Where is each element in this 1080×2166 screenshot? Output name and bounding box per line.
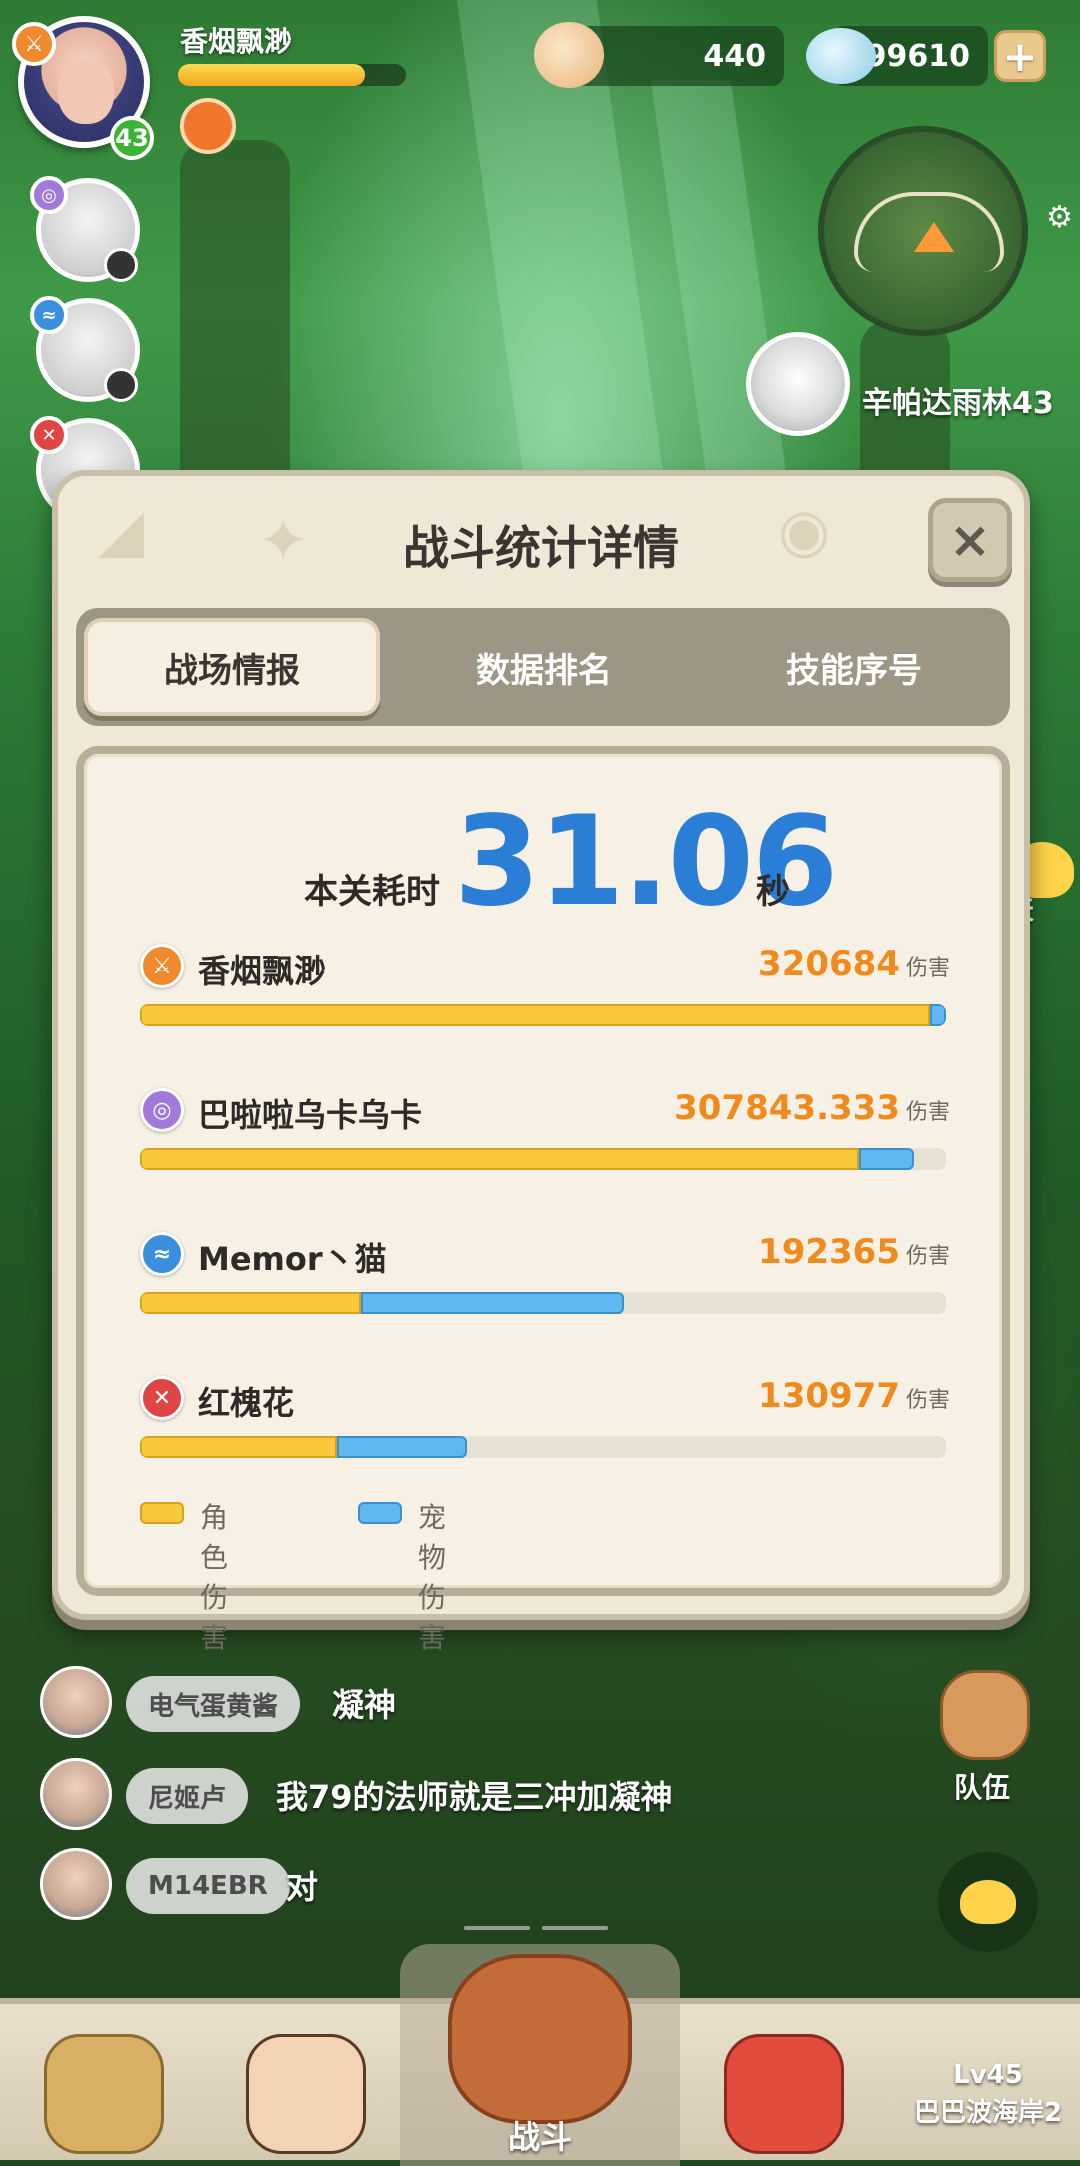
sword-class-icon: ⚔ (140, 944, 184, 988)
tab-battlefield-info[interactable]: 战场情报 (84, 618, 380, 716)
damage-unit: 伤害 (905, 1388, 950, 1413)
page-indicator (464, 1926, 530, 1930)
tab-data-ranking[interactable]: 数据排名 (396, 618, 692, 716)
player-name: 香烟飘渺 (180, 25, 293, 58)
hp-bar-fill (178, 64, 365, 86)
role-damage-fill (140, 1004, 930, 1026)
shield-class-icon: ✕ (30, 416, 68, 454)
damage-bar (140, 1436, 946, 1458)
pet-damage-fill (858, 1148, 914, 1170)
role-damage-fill (140, 1148, 859, 1170)
battle-stats-dialog: ◢ ✦ ◉ 战斗统计详情 × 战场情报 数据排名 技能序号 本关耗时 31.06… (52, 470, 1030, 1654)
shell-count: 440 (703, 38, 766, 74)
minimap[interactable] (818, 126, 1028, 336)
dialog-title: 战斗统计详情 (403, 521, 679, 575)
player-level-badge: 43 (110, 116, 154, 160)
pearl-shell-icon (534, 22, 604, 88)
time-row: 本关耗时 31.06 秒 (84, 790, 1002, 934)
damage-value: 320684 (758, 944, 900, 984)
chat-user-avatar[interactable] (40, 1848, 112, 1920)
damage-bar (140, 1004, 946, 1026)
role-damage-fill (140, 1436, 337, 1458)
gear-icon[interactable]: ⚙ (1046, 200, 1073, 235)
legend-role-swatch (140, 1502, 184, 1524)
time-unit: 秒 (756, 872, 790, 912)
swirl-class-icon: ◎ (30, 176, 68, 214)
buff-status-icon[interactable] (180, 98, 236, 154)
battle-mascot-icon (448, 1954, 632, 2124)
stats-panel: 本关耗时 31.06 秒 ⚔ 香烟飘渺 320684 伤害 ◎ 巴啦啦乌卡乌卡 3… (76, 746, 1010, 1654)
chat-user-name[interactable]: 电气蛋黄酱 (126, 1676, 301, 1732)
wave-class-icon: ≈ (30, 296, 68, 334)
damage-entry: ⚔ 香烟飘渺 320684 伤害 (140, 944, 950, 1064)
damage-value: 130977 (758, 1376, 900, 1416)
tab-bar: 战场情报 数据排名 技能序号 (76, 608, 1010, 726)
entry-damage: 192365 伤害 (758, 1232, 950, 1272)
offline-icon (104, 248, 138, 282)
chat-user-avatar[interactable] (40, 1758, 112, 1830)
pet-damage-fill (336, 1436, 468, 1458)
chat-user-name[interactable]: 尼姬卢 (126, 1768, 249, 1824)
entry-damage: 130977 伤害 (758, 1376, 950, 1416)
entry-player-name: Memor丶猫 (198, 1240, 387, 1278)
nav-companion-icon[interactable] (246, 2034, 366, 2154)
team-label[interactable]: 队伍 (954, 1766, 1010, 1806)
tab-skill-sequence[interactable]: 技能序号 (706, 618, 1002, 716)
location-name: 辛帕达雨林43 (862, 386, 1054, 421)
chat-message-text: 对 (286, 1868, 319, 1906)
bottom-navigation: 战斗 Lv45 巴巴波海岸2 (0, 1944, 1080, 2166)
pet-damage-fill (929, 1004, 946, 1026)
legend-role-label: 角色伤害 (200, 1501, 229, 1654)
chat-message-text: 凝神 (332, 1686, 397, 1724)
close-button[interactable]: × (928, 498, 1012, 582)
add-currency-button[interactable]: + (994, 30, 1046, 82)
damage-bar (140, 1148, 946, 1170)
entry-player-name: 香烟飘渺 (198, 952, 327, 990)
role-damage-fill (140, 1292, 361, 1314)
location-npc-avatar[interactable] (746, 332, 850, 436)
damage-unit: 伤害 (905, 956, 950, 981)
damage-entry: ≈ Memor丶猫 192365 伤害 (140, 1232, 950, 1352)
damage-value: 192365 (758, 1232, 900, 1272)
damage-unit: 伤害 (905, 1244, 950, 1269)
entry-damage: 320684 伤害 (758, 944, 950, 984)
page-indicator (542, 1926, 608, 1930)
chat-user-avatar[interactable] (40, 1666, 112, 1738)
sword-class-icon: ⚔ (12, 22, 56, 66)
time-label: 本关耗时 (304, 872, 440, 912)
shield-class-icon: ✕ (140, 1376, 184, 1420)
nav-battle-label: 战斗 (507, 2118, 572, 2156)
nav-locked-area[interactable]: Lv45 巴巴波海岸2 (896, 2020, 1080, 2160)
wave-class-icon: ≈ (140, 1232, 184, 1276)
team-icon[interactable] (940, 1670, 1030, 1760)
chat-bubble-icon (960, 1880, 1016, 1924)
chat-message-text: 我79的法师就是三冲加凝神 (276, 1778, 673, 1816)
diamond-icon (806, 28, 876, 84)
locked-area-name: 巴巴波海岸2 (913, 2098, 1063, 2128)
entry-damage: 307843.333 伤害 (674, 1088, 950, 1128)
chat-button[interactable] (938, 1852, 1038, 1952)
player-hp-bar (178, 64, 406, 86)
offline-icon (104, 368, 138, 402)
nav-character-icon[interactable] (44, 2034, 164, 2154)
damage-entry: ◎ 巴啦啦乌卡乌卡 307843.333 伤害 (140, 1088, 950, 1208)
player-marker-icon (914, 222, 954, 252)
gem-count: 99610 (865, 38, 970, 74)
legend-pet-swatch (358, 1502, 402, 1524)
entry-player-name: 红槐花 (198, 1384, 295, 1422)
damage-value: 307843.333 (674, 1088, 900, 1128)
nav-pet-icon[interactable] (724, 2034, 844, 2154)
legend-pet-label: 宠物伤害 (418, 1501, 447, 1654)
chat-user-name[interactable]: M14EBR (126, 1858, 290, 1914)
swirl-class-icon: ◎ (140, 1088, 184, 1132)
pet-damage-fill (360, 1292, 624, 1314)
damage-bar (140, 1292, 946, 1314)
damage-entry: ✕ 红槐花 130977 伤害 (140, 1376, 950, 1496)
avatar-face (58, 60, 114, 124)
nav-battle[interactable]: 战斗 (400, 1944, 680, 2166)
locked-level: Lv45 (953, 2060, 1023, 2090)
damage-unit: 伤害 (905, 1100, 950, 1125)
entry-player-name: 巴啦啦乌卡乌卡 (198, 1096, 423, 1134)
